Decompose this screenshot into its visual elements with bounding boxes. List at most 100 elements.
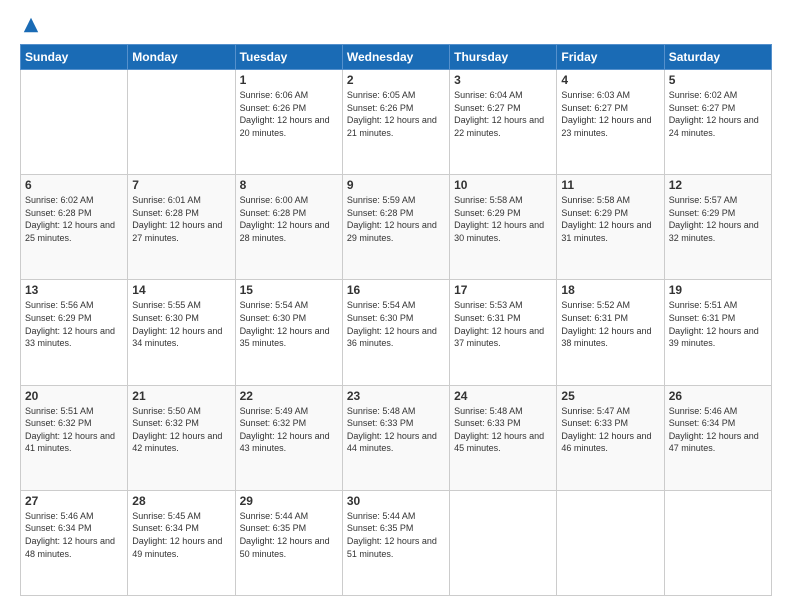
day-info: Sunrise: 6:04 AMSunset: 6:27 PMDaylight:… (454, 89, 552, 139)
day-info: Sunrise: 5:53 AMSunset: 6:31 PMDaylight:… (454, 299, 552, 349)
day-info: Sunrise: 5:48 AMSunset: 6:33 PMDaylight:… (347, 405, 445, 455)
day-info: Sunrise: 6:05 AMSunset: 6:26 PMDaylight:… (347, 89, 445, 139)
calendar-cell (128, 70, 235, 175)
day-info: Sunrise: 5:46 AMSunset: 6:34 PMDaylight:… (25, 510, 123, 560)
calendar-cell: 24 Sunrise: 5:48 AMSunset: 6:33 PMDayligh… (450, 385, 557, 490)
calendar-cell: 19 Sunrise: 5:51 AMSunset: 6:31 PMDayligh… (664, 280, 771, 385)
calendar-cell: 12 Sunrise: 5:57 AMSunset: 6:29 PMDayligh… (664, 175, 771, 280)
day-number: 16 (347, 283, 445, 297)
calendar-cell: 3 Sunrise: 6:04 AMSunset: 6:27 PMDaylight… (450, 70, 557, 175)
calendar-cell: 30 Sunrise: 5:44 AMSunset: 6:35 PMDayligh… (342, 490, 449, 595)
calendar-cell: 22Sunrise: 5:49 AMSunset: 6:32 PMDayligh… (235, 385, 342, 490)
calendar-cell: 27 Sunrise: 5:46 AMSunset: 6:34 PMDayligh… (21, 490, 128, 595)
calendar-cell: 13 Sunrise: 5:56 AMSunset: 6:29 PMDayligh… (21, 280, 128, 385)
calendar-week-row: 1Sunrise: 6:06 AMSunset: 6:26 PMDaylight… (21, 70, 772, 175)
day-number: 19 (669, 283, 767, 297)
day-number: 20 (25, 389, 123, 403)
day-of-week-header: Sunday (21, 45, 128, 70)
calendar-cell: 18 Sunrise: 5:52 AMSunset: 6:31 PMDayligh… (557, 280, 664, 385)
calendar-cell (450, 490, 557, 595)
day-number: 12 (669, 178, 767, 192)
day-number: 21 (132, 389, 230, 403)
day-number: 6 (25, 178, 123, 192)
day-of-week-header: Tuesday (235, 45, 342, 70)
calendar-cell: 6Sunrise: 6:02 AMSunset: 6:28 PMDaylight… (21, 175, 128, 280)
day-of-week-header: Thursday (450, 45, 557, 70)
day-info: Sunrise: 5:58 AMSunset: 6:29 PMDaylight:… (454, 194, 552, 244)
calendar-cell: 26Sunrise: 5:46 AMSunset: 6:34 PMDayligh… (664, 385, 771, 490)
day-info: Sunrise: 5:55 AMSunset: 6:30 PMDaylight:… (132, 299, 230, 349)
page: SundayMondayTuesdayWednesdayThursdayFrid… (0, 0, 792, 612)
day-info: Sunrise: 5:56 AMSunset: 6:29 PMDaylight:… (25, 299, 123, 349)
calendar-cell: 8 Sunrise: 6:00 AMSunset: 6:28 PMDaylight… (235, 175, 342, 280)
calendar-cell (557, 490, 664, 595)
day-info: Sunrise: 5:50 AMSunset: 6:32 PMDaylight:… (132, 405, 230, 455)
calendar-cell: 9 Sunrise: 5:59 AMSunset: 6:28 PMDaylight… (342, 175, 449, 280)
day-number: 27 (25, 494, 123, 508)
day-info: Sunrise: 5:59 AMSunset: 6:28 PMDaylight:… (347, 194, 445, 244)
day-info: Sunrise: 5:47 AMSunset: 6:33 PMDaylight:… (561, 405, 659, 455)
day-number: 3 (454, 73, 552, 87)
calendar-table: SundayMondayTuesdayWednesdayThursdayFrid… (20, 44, 772, 596)
day-number: 23 (347, 389, 445, 403)
day-number: 15 (240, 283, 338, 297)
day-number: 24 (454, 389, 552, 403)
day-number: 25 (561, 389, 659, 403)
day-number: 2 (347, 73, 445, 87)
calendar-cell: 29 Sunrise: 5:44 AMSunset: 6:35 PMDayligh… (235, 490, 342, 595)
day-number: 18 (561, 283, 659, 297)
calendar-cell: 21 Sunrise: 5:50 AMSunset: 6:32 PMDayligh… (128, 385, 235, 490)
day-number: 13 (25, 283, 123, 297)
day-info: Sunrise: 5:58 AMSunset: 6:29 PMDaylight:… (561, 194, 659, 244)
day-number: 1 (240, 73, 338, 87)
calendar-cell: 16Sunrise: 5:54 AMSunset: 6:30 PMDayligh… (342, 280, 449, 385)
calendar-cell: 11 Sunrise: 5:58 AMSunset: 6:29 PMDayligh… (557, 175, 664, 280)
calendar-cell: 28 Sunrise: 5:45 AMSunset: 6:34 PMDayligh… (128, 490, 235, 595)
day-number: 5 (669, 73, 767, 87)
calendar-cell: 20 Sunrise: 5:51 AMSunset: 6:32 PMDayligh… (21, 385, 128, 490)
day-number: 17 (454, 283, 552, 297)
day-info: Sunrise: 5:45 AMSunset: 6:34 PMDaylight:… (132, 510, 230, 560)
day-info: Sunrise: 6:02 AMSunset: 6:27 PMDaylight:… (669, 89, 767, 139)
calendar-cell: 5 Sunrise: 6:02 AMSunset: 6:27 PMDaylight… (664, 70, 771, 175)
day-info: Sunrise: 6:01 AMSunset: 6:28 PMDaylight:… (132, 194, 230, 244)
calendar-cell: 4Sunrise: 6:03 AMSunset: 6:27 PMDaylight… (557, 70, 664, 175)
day-info: Sunrise: 5:49 AMSunset: 6:32 PMDaylight:… (240, 405, 338, 455)
day-info: Sunrise: 5:51 AMSunset: 6:31 PMDaylight:… (669, 299, 767, 349)
calendar-cell: 25 Sunrise: 5:47 AMSunset: 6:33 PMDayligh… (557, 385, 664, 490)
header (20, 16, 772, 34)
day-number: 28 (132, 494, 230, 508)
day-info: Sunrise: 5:52 AMSunset: 6:31 PMDaylight:… (561, 299, 659, 349)
day-number: 8 (240, 178, 338, 192)
day-number: 10 (454, 178, 552, 192)
day-of-week-header: Monday (128, 45, 235, 70)
day-info: Sunrise: 6:03 AMSunset: 6:27 PMDaylight:… (561, 89, 659, 139)
day-info: Sunrise: 6:00 AMSunset: 6:28 PMDaylight:… (240, 194, 338, 244)
day-info: Sunrise: 5:44 AMSunset: 6:35 PMDaylight:… (347, 510, 445, 560)
day-info: Sunrise: 5:44 AMSunset: 6:35 PMDaylight:… (240, 510, 338, 560)
day-of-week-header: Saturday (664, 45, 771, 70)
calendar-header-row: SundayMondayTuesdayWednesdayThursdayFrid… (21, 45, 772, 70)
day-number: 29 (240, 494, 338, 508)
calendar-cell: 7 Sunrise: 6:01 AMSunset: 6:28 PMDaylight… (128, 175, 235, 280)
day-number: 30 (347, 494, 445, 508)
logo-icon (22, 16, 40, 34)
calendar-cell: 17 Sunrise: 5:53 AMSunset: 6:31 PMDayligh… (450, 280, 557, 385)
day-number: 7 (132, 178, 230, 192)
calendar-cell (21, 70, 128, 175)
day-number: 11 (561, 178, 659, 192)
calendar-week-row: 20 Sunrise: 5:51 AMSunset: 6:32 PMDayligh… (21, 385, 772, 490)
calendar-cell (664, 490, 771, 595)
logo (20, 16, 40, 34)
calendar-cell: 1Sunrise: 6:06 AMSunset: 6:26 PMDaylight… (235, 70, 342, 175)
calendar-cell: 15Sunrise: 5:54 AMSunset: 6:30 PMDayligh… (235, 280, 342, 385)
calendar-week-row: 27 Sunrise: 5:46 AMSunset: 6:34 PMDayligh… (21, 490, 772, 595)
calendar-week-row: 6Sunrise: 6:02 AMSunset: 6:28 PMDaylight… (21, 175, 772, 280)
day-info: Sunrise: 5:48 AMSunset: 6:33 PMDaylight:… (454, 405, 552, 455)
day-info: Sunrise: 5:57 AMSunset: 6:29 PMDaylight:… (669, 194, 767, 244)
calendar-cell: 14Sunrise: 5:55 AMSunset: 6:30 PMDayligh… (128, 280, 235, 385)
day-number: 26 (669, 389, 767, 403)
calendar-cell: 23 Sunrise: 5:48 AMSunset: 6:33 PMDayligh… (342, 385, 449, 490)
day-info: Sunrise: 5:51 AMSunset: 6:32 PMDaylight:… (25, 405, 123, 455)
day-number: 9 (347, 178, 445, 192)
